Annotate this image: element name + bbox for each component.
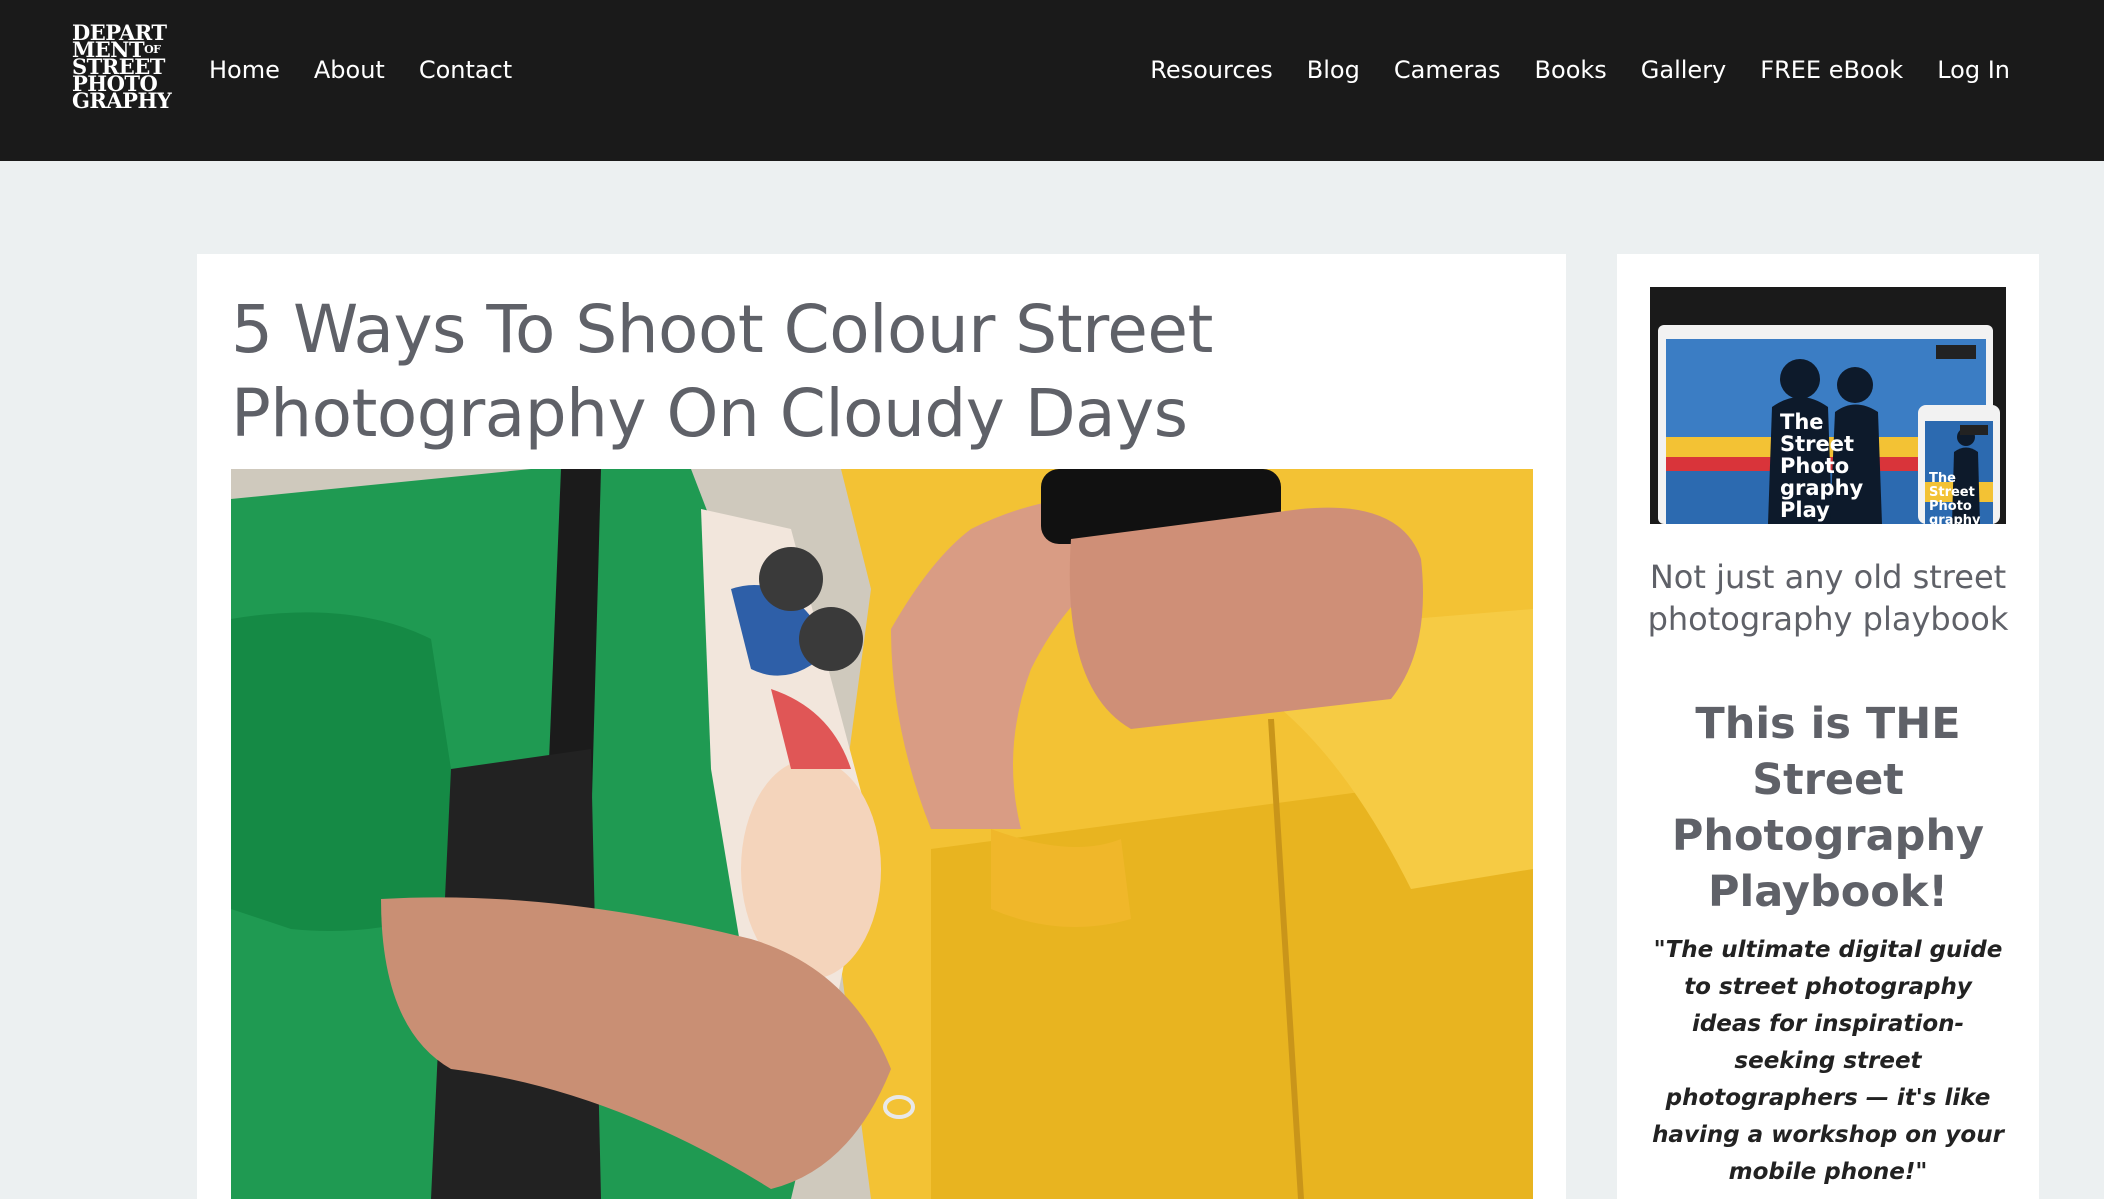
site-logo[interactable]: DEPART MENTOF STREET PHOTO GRAPHY xyxy=(72,22,172,113)
primary-nav: Home About Contact xyxy=(192,52,529,88)
article-card: 5 Ways To Shoot Colour Street Photograph… xyxy=(197,254,1566,1199)
nav-contact[interactable]: Contact xyxy=(402,52,529,88)
nav-log-in[interactable]: Log In xyxy=(1920,52,2027,88)
secondary-nav: Resources Blog Cameras Books Gallery FRE… xyxy=(1133,52,2027,88)
hero-photo-illustration xyxy=(231,469,1533,1199)
playbook-heading: This is THE Street Photography Playbook! xyxy=(1671,699,1985,917)
nav-about[interactable]: About xyxy=(297,52,402,88)
playbook-quote: "The ultimate digital guide to street ph… xyxy=(1652,937,2004,1185)
logo-line: GRAPHY xyxy=(72,88,172,113)
sidebar-widget: The Street Photo graphy Play The Street … xyxy=(1617,254,2039,1199)
playbook-promo-image[interactable]: The Street Photo graphy Play The Street … xyxy=(1650,287,2006,524)
playbook-mockup-illustration: The Street Photo graphy Play The Street … xyxy=(1650,287,2006,524)
nav-gallery[interactable]: Gallery xyxy=(1624,52,1743,88)
nav-blog[interactable]: Blog xyxy=(1290,52,1377,88)
article-title: 5 Ways To Shoot Colour Street Photograph… xyxy=(231,291,1213,452)
nav-resources[interactable]: Resources xyxy=(1133,52,1290,88)
playbook-subheading: Not just any old street photography play… xyxy=(1647,558,2009,638)
hero-photo xyxy=(231,469,1533,1199)
nav-home[interactable]: Home xyxy=(192,52,297,88)
nav-cameras[interactable]: Cameras xyxy=(1377,52,1518,88)
site-header: DEPART MENTOF STREET PHOTO GRAPHY Home A… xyxy=(0,0,2104,161)
nav-books[interactable]: Books xyxy=(1518,52,1624,88)
nav-free-ebook[interactable]: FREE eBook xyxy=(1743,52,1920,88)
